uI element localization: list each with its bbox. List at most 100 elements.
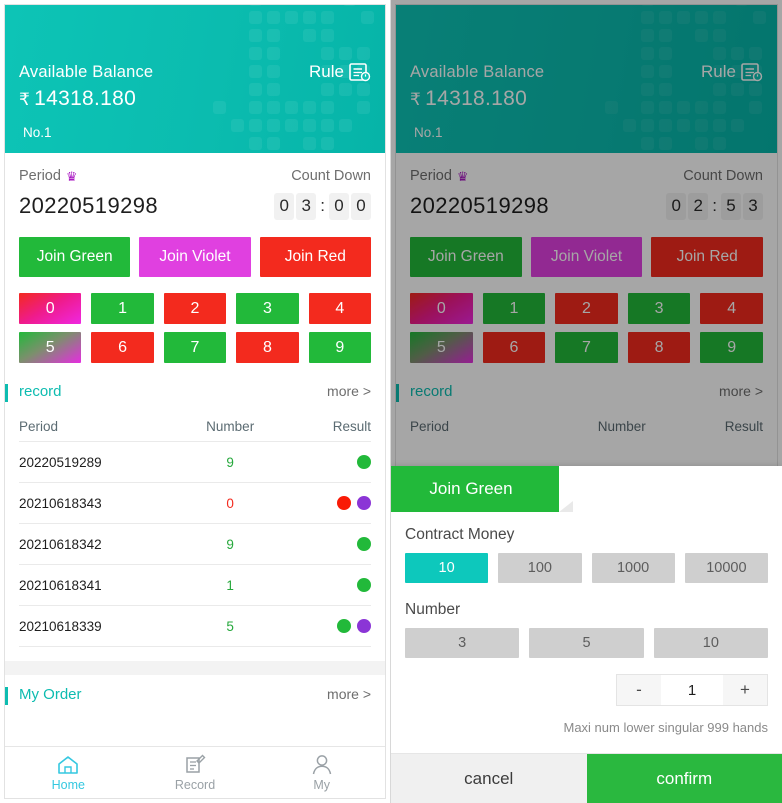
countdown-timer: 0 3 : 0 0 — [274, 192, 371, 220]
column-header-number: Number — [597, 418, 646, 434]
number-cell-8[interactable]: 8 — [236, 332, 299, 363]
record-period: 20210618343 — [19, 495, 102, 511]
table-row[interactable]: 20220519289 9 — [19, 441, 371, 482]
stepper-decrement-button[interactable]: - — [617, 675, 661, 705]
number-cell-6[interactable]: 6 — [482, 332, 546, 363]
record-number: 1 — [226, 577, 234, 593]
period-value-row: 20220519298 0 2 : 5 3 — [410, 189, 763, 223]
period-number: 20220519298 — [410, 193, 549, 218]
record-result — [283, 455, 371, 469]
contract-amount-1000[interactable]: 1000 — [591, 553, 675, 583]
number-cell-5[interactable]: 5 — [19, 332, 82, 363]
number-preset-5[interactable]: 5 — [529, 628, 644, 658]
period-header-row: Period ♛ Count Down — [410, 165, 763, 187]
number-cell-4[interactable]: 4 — [700, 293, 763, 324]
bet-modal: Join Green Contract Money 10 100 1000 10… — [391, 466, 782, 803]
record-period: 20210618341 — [19, 577, 102, 593]
number-cell-0[interactable]: 0 — [410, 293, 473, 324]
record-number: 9 — [226, 454, 234, 470]
period-countdown-block: Period ♛ Count Down 20220519298 0 3 : 0 … — [5, 153, 385, 223]
countdown-digit: 5 — [721, 192, 741, 220]
nav-item-my[interactable]: My — [258, 747, 385, 798]
join-red-button[interactable]: Join Red — [651, 237, 764, 277]
record-more-link[interactable]: more > — [719, 383, 763, 399]
currency-symbol: ₹ — [19, 90, 31, 109]
number-cell-5[interactable]: 5 — [410, 332, 473, 363]
number-cell-6[interactable]: 6 — [91, 332, 154, 363]
currency-symbol: ₹ — [410, 90, 422, 109]
number-cell-1[interactable]: 1 — [91, 293, 154, 324]
contract-money-label: Contract Money — [405, 526, 515, 543]
number-cell-4[interactable]: 4 — [308, 293, 371, 324]
number-cell-2[interactable]: 2 — [555, 293, 618, 324]
countdown-label: Count Down — [683, 168, 763, 184]
record-more-link[interactable]: more > — [327, 383, 371, 399]
record-table-header: Period Number Result — [410, 411, 763, 441]
result-dot-violet — [356, 496, 371, 510]
join-violet-button[interactable]: Join Violet — [139, 237, 251, 277]
number-cell-9[interactable]: 9 — [308, 332, 371, 363]
confirm-button[interactable]: confirm — [586, 754, 782, 803]
join-buttons-row: Join Green Join Violet Join Red — [396, 223, 777, 277]
number-cell-8[interactable]: 8 — [627, 332, 691, 363]
balance-value: 14318.180 — [425, 87, 528, 110]
max-hands-hint: Maxi num lower singular 999 hands — [563, 720, 769, 735]
period-value-row: 20220519298 0 3 : 0 0 — [19, 189, 371, 223]
nav-item-home[interactable]: Home — [5, 747, 132, 798]
rule-button[interactable]: Rule — [309, 62, 371, 82]
number-cell-7[interactable]: 7 — [555, 332, 618, 363]
countdown-separator: : — [712, 196, 717, 215]
period-header-row: Period ♛ Count Down — [19, 165, 371, 187]
table-row[interactable]: 20210618339 5 — [19, 605, 371, 646]
cancel-button[interactable]: cancel — [391, 754, 587, 803]
join-green-button[interactable]: Join Green — [410, 237, 522, 277]
balance-amount: ₹14318.180 — [410, 87, 527, 111]
bottom-navigation: Home Record — [5, 746, 385, 798]
countdown-digit: 0 — [329, 192, 349, 220]
contract-amount-10[interactable]: 10 — [405, 553, 489, 583]
table-row[interactable]: 20210618342 9 — [19, 523, 371, 564]
balance-value: 14318.180 — [34, 87, 137, 110]
result-dot-violet — [356, 619, 371, 633]
number-cell-9[interactable]: 9 — [700, 332, 763, 363]
record-number: 0 — [226, 495, 234, 511]
record-result — [283, 496, 371, 510]
countdown-digit: 0 — [351, 192, 371, 220]
period-label-group: Period ♛ — [19, 168, 78, 184]
number-cell-3[interactable]: 3 — [627, 293, 691, 324]
period-number: 20220519298 — [19, 193, 158, 218]
my-order-title: My Order — [5, 686, 82, 705]
rule-button[interactable]: Rule — [701, 62, 763, 82]
account-number: No.1 — [414, 125, 443, 140]
number-cell-7[interactable]: 7 — [163, 332, 227, 363]
result-dot-green — [356, 537, 371, 551]
available-balance-label: Available Balance — [19, 63, 154, 81]
number-cell-1[interactable]: 1 — [482, 293, 546, 324]
join-green-button[interactable]: Join Green — [19, 237, 131, 277]
app-container: Available Balance ₹14318.180 No.1 Rule P… — [4, 4, 386, 799]
join-violet-button[interactable]: Join Violet — [530, 237, 643, 277]
number-cell-0[interactable]: 0 — [19, 293, 82, 324]
result-dot-green — [356, 455, 371, 469]
number-preset-10[interactable]: 10 — [653, 628, 768, 658]
record-section-header: record more > — [5, 377, 385, 405]
crown-icon: ♛ — [65, 168, 78, 184]
nav-item-record[interactable]: Record — [132, 747, 259, 798]
countdown-timer: 0 2 : 5 3 — [666, 192, 763, 220]
table-row[interactable]: 20210618341 1 — [19, 564, 371, 605]
contract-amount-10000[interactable]: 10000 — [684, 553, 768, 583]
balance-amount: ₹14318.180 — [19, 87, 136, 111]
table-row[interactable]: 20210618343 0 — [19, 482, 371, 523]
number-cell-3[interactable]: 3 — [236, 293, 299, 324]
record-table: Period Number Result 20220519289 9 20210… — [5, 405, 385, 647]
stepper-increment-button[interactable]: + — [723, 675, 767, 705]
record-title: record — [396, 383, 453, 402]
person-icon — [310, 754, 334, 776]
join-red-button[interactable]: Join Red — [259, 237, 371, 277]
available-balance-label: Available Balance — [410, 63, 545, 81]
stepper-value[interactable]: 1 — [661, 675, 723, 705]
number-preset-3[interactable]: 3 — [405, 628, 520, 658]
number-cell-2[interactable]: 2 — [163, 293, 227, 324]
contract-amount-100[interactable]: 100 — [498, 553, 582, 583]
my-order-more-link[interactable]: more > — [327, 686, 371, 702]
